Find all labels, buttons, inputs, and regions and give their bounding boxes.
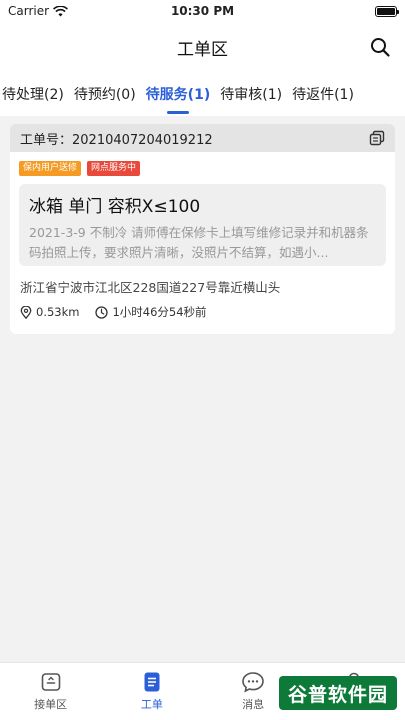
order-card[interactable]: 工单号：20210407204019212 保内用户送修 网点服务中 冰箱 单门… (10, 124, 395, 334)
battery-icon (375, 5, 399, 17)
order-meta: 0.53km 1小时46分54秒前 (10, 296, 395, 320)
tabbar-label: 接单区 (34, 698, 68, 711)
watermark-text: 谷普软件园 (287, 683, 388, 706)
carrier-label: Carrier (8, 4, 50, 18)
elapsed-time: 1小时46分54秒前 (112, 305, 207, 319)
tab-pending-return[interactable]: 待返件(1) (287, 84, 359, 116)
product-title: 冰箱 单门 容积X≤100 (29, 197, 201, 217)
service-status-badge: 网点服务中 (87, 161, 141, 176)
wifi-icon (53, 5, 69, 16)
watermark-logo: 谷普软件园 (279, 676, 397, 710)
tab-pending-process[interactable]: 待处理(2) (0, 84, 69, 116)
document-icon (144, 672, 160, 692)
chat-icon (242, 672, 264, 693)
status-tabs: 待处理(2) 待预约(0) 待服务(1) 待审核(1) 待返件(1) (0, 72, 405, 116)
tab-pending-service[interactable]: 待服务(1) (141, 84, 216, 116)
copy-icon[interactable] (369, 130, 385, 146)
tabbar-label: 工单 (140, 698, 163, 711)
search-icon[interactable] (369, 36, 391, 58)
order-card-header: 工单号：20210407204019212 (10, 124, 395, 152)
status-bar: Carrier 10:30 PM (0, 0, 405, 22)
elapsed-info: 1小时46分54秒前 (95, 304, 207, 320)
clock-icon (95, 305, 109, 319)
tab-pending-review[interactable]: 待审核(1) (215, 84, 287, 116)
warranty-badge: 保内用户送修 (19, 161, 82, 176)
status-left: Carrier (8, 4, 69, 18)
product-box: 冰箱 单门 容积X≤100 2021-3-9 不制冷 请师傅在保修卡上填写维修记… (19, 184, 386, 266)
service-address: 浙江省宁波市江北区228国道227号靠近横山头 (20, 280, 281, 295)
tabbar-label: 消息 (242, 698, 265, 711)
tab-pending-appointment[interactable]: 待预约(0) (69, 84, 141, 116)
distance-value: 0.53km (36, 305, 80, 319)
tabbar-item-orders[interactable]: 工单 (101, 663, 202, 720)
badge-row: 保内用户送修 网点服务中 (10, 152, 395, 176)
order-number: 工单号：20210407204019212 (20, 132, 213, 148)
page-title: 工单区 (177, 39, 228, 60)
distance-info: 0.53km (20, 305, 79, 319)
inbox-icon (41, 673, 60, 691)
fault-description: 2021-3-9 不制冷 请师傅在保修卡上填写维修记录并和机器条码拍照上传，要求… (29, 225, 369, 260)
location-pin-icon (20, 305, 32, 319)
tabbar-item-receive[interactable]: 接单区 (0, 663, 101, 720)
nav-bar: 工单区 (0, 22, 405, 72)
